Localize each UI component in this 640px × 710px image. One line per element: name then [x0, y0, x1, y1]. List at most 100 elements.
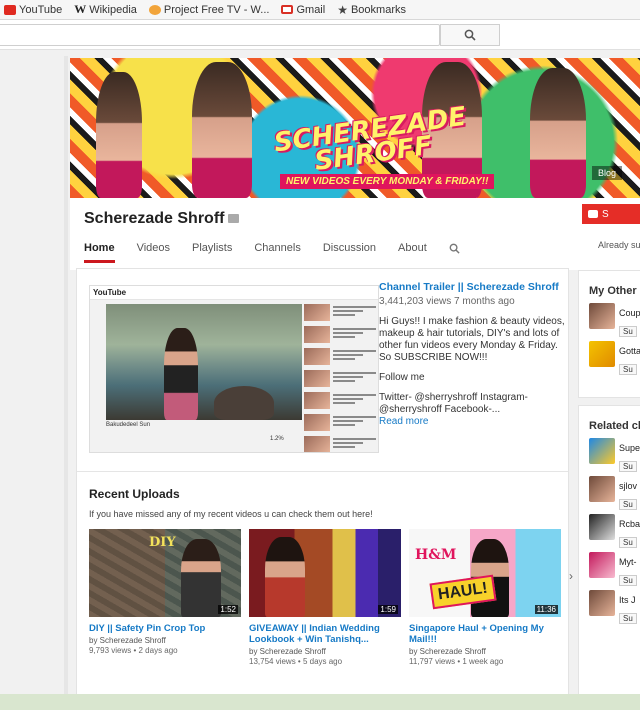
search-icon	[464, 29, 476, 41]
video-thumbnail[interactable]: DIY 1:52	[89, 529, 241, 617]
video-card[interactable]: H&M HAUL! 11:36 Singapore Haul + Opening…	[409, 529, 561, 666]
trailer-player[interactable]: YouTube Bakudedeel Sun 1.2%	[89, 285, 379, 453]
avatar[interactable]	[589, 590, 615, 616]
player-header: YouTube	[90, 286, 378, 300]
video-channel[interactable]: by Scherezade Shroff	[249, 647, 401, 656]
bookmark-wikipedia[interactable]: W Wikipedia	[74, 2, 137, 17]
tab-about[interactable]: About	[398, 242, 427, 263]
video-duration: 1:59	[378, 605, 398, 614]
player-related-list	[304, 304, 376, 452]
tab-videos[interactable]: Videos	[137, 242, 170, 263]
read-more-link[interactable]: Read more	[379, 416, 565, 428]
bookmark-bookmarks[interactable]: ★ Bookmarks	[337, 3, 406, 17]
trailer-title[interactable]: Channel Trailer || Scherezade Shroff	[379, 281, 565, 293]
other-channels-panel: My Other C CoupSu GottaSu	[578, 270, 640, 398]
video-title[interactable]: GIVEAWAY || Indian Wedding Lookbook + Wi…	[249, 623, 401, 645]
video-title[interactable]: DIY || Safety Pin Crop Top	[89, 623, 241, 634]
subscribe-button[interactable]: Su	[619, 499, 637, 510]
video-thumbnail[interactable]: H&M HAUL! 11:36	[409, 529, 561, 617]
youtube-logo: YouTube	[93, 288, 127, 297]
recent-uploads-subtitle: If you have missed any of my recent vide…	[89, 509, 373, 519]
search-bar	[0, 20, 640, 50]
verified-icon	[228, 214, 240, 224]
banner-tagline: NEW VIDEOS EVERY MONDAY & FRIDAY!!	[280, 174, 495, 189]
trailer-follow: Follow me	[379, 372, 425, 383]
recent-uploads-title: Recent Uploads	[89, 487, 180, 501]
video-frame[interactable]	[106, 304, 302, 420]
video-card[interactable]: 1:59 GIVEAWAY || Indian Wedding Lookbook…	[249, 529, 401, 666]
channel-name: Scherezade Shroff	[84, 210, 240, 228]
subscribe-button[interactable]: Su	[619, 537, 637, 548]
video-scenery	[214, 386, 274, 420]
subscribe-button[interactable]: S	[582, 204, 640, 224]
list-item[interactable]	[304, 304, 376, 322]
banner-photo	[192, 62, 252, 198]
video-thumbnail[interactable]: 1:59	[249, 529, 401, 617]
tab-discussion[interactable]: Discussion	[323, 242, 376, 263]
wikipedia-icon: W	[74, 2, 87, 16]
related-channels-title: Related ch	[589, 420, 640, 432]
subscribe-button[interactable]: Su	[619, 461, 637, 472]
tab-channels[interactable]: Channels	[254, 242, 300, 263]
video-channel[interactable]: by Scherezade Shroff	[409, 647, 561, 656]
trailer-info: Channel Trailer || Scherezade Shroff 3,4…	[379, 281, 565, 428]
bookmark-youtube[interactable]: YouTube	[4, 4, 62, 16]
youtube-icon	[4, 4, 16, 15]
list-item[interactable]: sjlov Su	[579, 470, 640, 510]
list-item[interactable]	[304, 436, 376, 452]
list-item[interactable]: Gotta Su	[579, 335, 640, 375]
subscribe-button[interactable]: Su	[619, 613, 637, 624]
list-item[interactable]: Its J Su	[579, 584, 640, 624]
chevron-right-icon[interactable]: ›	[569, 569, 573, 583]
avatar[interactable]	[589, 514, 615, 540]
list-item[interactable]	[304, 326, 376, 344]
avatar[interactable]	[589, 552, 615, 578]
star-icon: ★	[337, 2, 348, 17]
search-button[interactable]	[440, 24, 500, 46]
list-item[interactable]	[304, 392, 376, 410]
channel-tabs: Home Videos Playlists Channels Discussio…	[84, 242, 460, 263]
channel-banner: SCHEREZADE SHROFF NEW VIDEOS EVERY MONDAY…	[70, 58, 640, 198]
section-divider	[77, 471, 568, 472]
bookmark-projectfreetv[interactable]: Project Free TV - W...	[148, 4, 269, 16]
subscribe-button[interactable]: Su	[619, 326, 637, 337]
background-surface	[0, 694, 640, 710]
projectfreetv-icon	[148, 4, 161, 15]
already-subscribed-text: Already sub	[598, 240, 640, 250]
player-caption: Bakudedeel Sun	[106, 422, 151, 428]
video-duration: 11:36	[534, 605, 558, 614]
list-item[interactable]: Myt- Su	[579, 546, 640, 586]
banner-blog-link[interactable]: Blog	[592, 166, 623, 180]
list-item[interactable]: Coup Su	[579, 297, 640, 337]
tab-playlists[interactable]: Playlists	[192, 242, 232, 263]
banner-photo	[530, 68, 586, 198]
avatar[interactable]	[589, 438, 615, 464]
subscribe-button[interactable]: Su	[619, 575, 637, 586]
channel-search-icon[interactable]	[449, 243, 460, 254]
bookmarks-bar: YouTube W Wikipedia Project Free TV - W..…	[0, 0, 640, 20]
avatar[interactable]	[589, 476, 615, 502]
tab-home[interactable]: Home	[84, 242, 115, 263]
video-title[interactable]: Singapore Haul + Opening My Mail!!!	[409, 623, 561, 645]
video-meta: 11,797 views • 1 week ago	[409, 657, 504, 666]
subscribe-button[interactable]: Su	[619, 364, 637, 375]
player-views: 1.2%	[270, 436, 284, 442]
channel-main: YouTube Bakudedeel Sun 1.2% Channel Trai…	[76, 268, 573, 698]
list-item[interactable]: Rcba Su	[579, 508, 640, 548]
list-item[interactable]	[304, 348, 376, 366]
list-item[interactable]	[304, 414, 376, 432]
search-input[interactable]	[0, 24, 440, 46]
avatar[interactable]	[589, 303, 615, 329]
trailer-meta: 3,441,203 views 7 months ago	[379, 296, 515, 307]
video-card[interactable]: DIY 1:52 DIY || Safety Pin Crop Top by S…	[89, 529, 241, 655]
video-person	[164, 328, 198, 420]
trailer-description: Hi Guys!! I make fashion & beauty videos…	[379, 316, 565, 363]
play-icon	[588, 210, 598, 218]
page-edge	[64, 56, 68, 696]
list-item[interactable]	[304, 370, 376, 388]
bookmark-gmail[interactable]: Gmail	[281, 4, 325, 16]
list-item[interactable]: Supe Su	[579, 432, 640, 472]
video-duration: 1:52	[218, 605, 238, 614]
avatar[interactable]	[589, 341, 615, 367]
video-channel[interactable]: by Scherezade Shroff	[89, 636, 241, 645]
